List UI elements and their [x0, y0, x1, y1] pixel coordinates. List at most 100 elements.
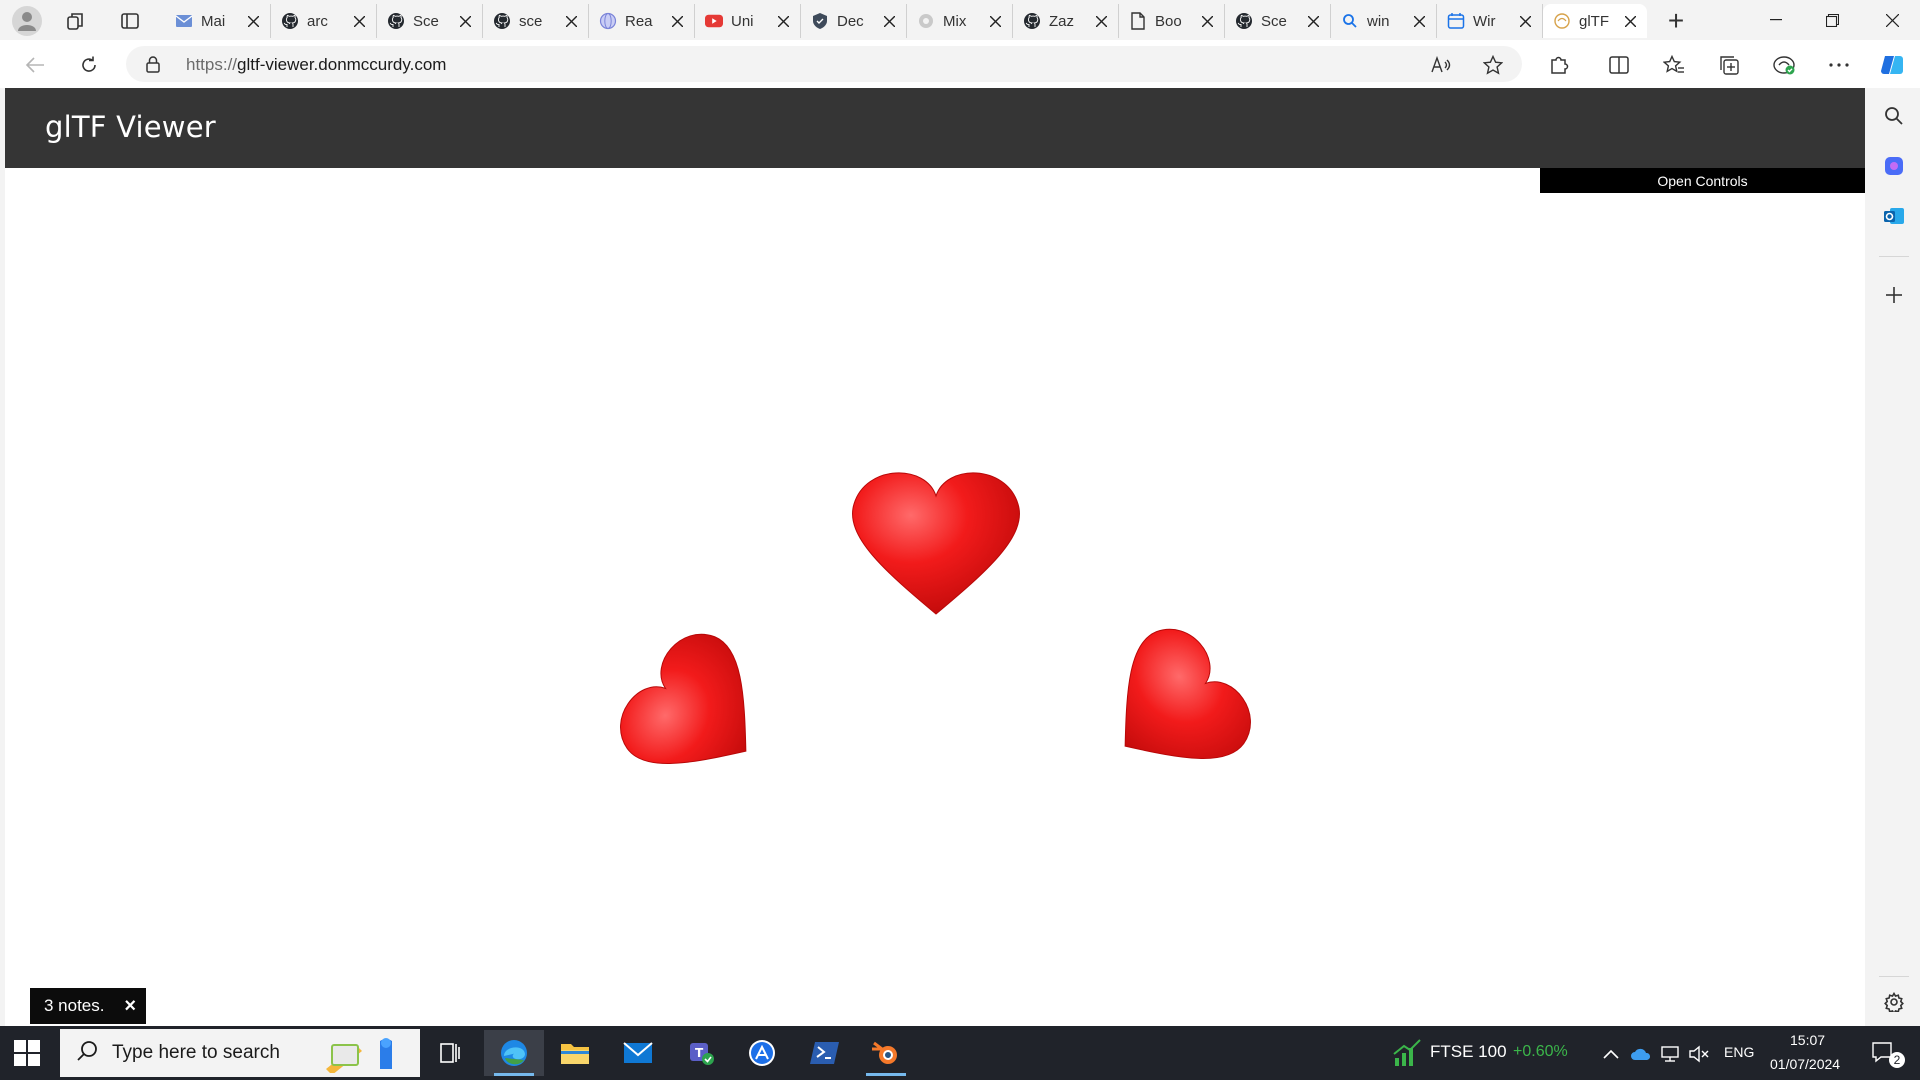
sidebar-divider	[1879, 256, 1909, 257]
tab-actions-icon[interactable]	[116, 7, 144, 35]
restore-button[interactable]	[1804, 0, 1860, 40]
tab-title: Wir	[1473, 12, 1496, 30]
tab-close-icon[interactable]	[1621, 12, 1639, 30]
tab-close-icon[interactable]	[1198, 12, 1216, 30]
back-icon[interactable]	[20, 50, 50, 80]
tab-close-icon[interactable]	[1516, 12, 1534, 30]
tab[interactable]: Mix	[907, 4, 1013, 38]
ticker-change[interactable]: +0.60%	[1513, 1043, 1568, 1061]
tab-title: Dec	[837, 12, 864, 30]
new-tab-button[interactable]: +	[1661, 5, 1691, 36]
tab-close-icon[interactable]	[1304, 12, 1322, 30]
3d-scene-canvas[interactable]	[5, 168, 1865, 1026]
split-screen-icon[interactable]	[1606, 52, 1632, 78]
tab-title: Uni	[731, 12, 754, 30]
taskbar-search-box[interactable]: Type here to search	[60, 1029, 420, 1077]
tab[interactable]: win	[1331, 4, 1437, 38]
sidebar-divider	[1879, 976, 1909, 977]
extensions-icon[interactable]	[1546, 52, 1572, 78]
mail-icon[interactable]	[608, 1030, 668, 1076]
clock-time[interactable]: 15:07	[1790, 1032, 1825, 1048]
tab-close-icon[interactable]	[774, 12, 792, 30]
tab-close-icon[interactable]	[456, 12, 474, 30]
profile-avatar[interactable]	[12, 6, 42, 36]
tab-close-icon[interactable]	[244, 12, 262, 30]
sidebar-settings-icon[interactable]	[1880, 988, 1908, 1016]
gear-icon	[917, 12, 935, 30]
sidebar-copilot-icon[interactable]	[1880, 152, 1908, 180]
tab-close-icon[interactable]	[1410, 12, 1428, 30]
blender-icon[interactable]	[856, 1030, 916, 1076]
tab[interactable]: sce	[483, 4, 589, 38]
favorites-icon[interactable]	[1661, 52, 1687, 78]
more-options-icon[interactable]	[1826, 52, 1852, 78]
tab-close-icon[interactable]	[562, 12, 580, 30]
tab[interactable]: Mai	[165, 4, 271, 38]
sidebar-search-icon[interactable]	[1880, 102, 1908, 130]
app-store-icon[interactable]	[732, 1030, 792, 1076]
search-icon	[76, 1040, 98, 1067]
tab[interactable]: Zaz	[1013, 4, 1119, 38]
calendar-icon	[1447, 12, 1465, 30]
tab-title: Sce	[413, 12, 439, 30]
language-indicator[interactable]: ENG	[1724, 1044, 1754, 1060]
mail-icon	[175, 12, 193, 30]
copilot-icon[interactable]	[1879, 52, 1905, 78]
address-bar[interactable]: https://gltf-viewer.donmccurdy.com	[126, 46, 1522, 82]
collections-icon[interactable]	[1716, 52, 1742, 78]
tab[interactable]: Boo	[1119, 4, 1225, 38]
tab-title: Mix	[943, 12, 967, 30]
favorite-star-icon[interactable]	[1482, 54, 1504, 76]
clock-date[interactable]: 01/07/2024	[1770, 1056, 1840, 1072]
task-view-icon[interactable]	[420, 1030, 480, 1076]
tab[interactable]: Sce	[377, 4, 483, 38]
tab-title: glTF	[1579, 12, 1609, 30]
browser-toolbar: https://gltf-viewer.donmccurdy.com	[0, 40, 1920, 88]
github-icon	[387, 12, 405, 30]
tab-close-icon[interactable]	[350, 12, 368, 30]
toast-close-icon[interactable]: ×	[124, 995, 136, 1018]
tab-close-icon[interactable]	[880, 12, 898, 30]
powershell-icon[interactable]	[795, 1030, 855, 1076]
open-controls-button[interactable]: Open Controls	[1540, 168, 1865, 193]
windows-taskbar: Type here to search T FTSE 100 +0.60% EN…	[0, 1026, 1920, 1080]
network-icon[interactable]	[1659, 1043, 1681, 1065]
tab-close-icon[interactable]	[1092, 12, 1110, 30]
lock-icon[interactable]	[146, 56, 160, 78]
notification-badge: 2	[1889, 1052, 1905, 1068]
onedrive-icon[interactable]	[1630, 1043, 1652, 1065]
close-window-button[interactable]	[1864, 0, 1920, 40]
tab-title: win	[1367, 12, 1390, 30]
taskbar-edge-app[interactable]	[484, 1030, 544, 1076]
search-highlight-icon	[322, 1035, 412, 1078]
tab[interactable]: Rea	[589, 4, 695, 38]
tab[interactable]: Wir	[1437, 4, 1543, 38]
tab-close-icon[interactable]	[986, 12, 1004, 30]
stock-chart-icon[interactable]	[1392, 1038, 1422, 1073]
tab-active[interactable]: glTF	[1543, 4, 1647, 38]
read-aloud-icon[interactable]	[1430, 54, 1452, 76]
refresh-icon[interactable]	[74, 50, 104, 80]
volume-muted-icon[interactable]	[1688, 1043, 1710, 1065]
file-explorer-icon[interactable]	[545, 1030, 605, 1076]
tab-title: Boo	[1155, 12, 1182, 30]
tab-close-icon[interactable]	[668, 12, 686, 30]
page-viewport: glTF Viewer Open Controls 3 notes. ×	[5, 88, 1865, 1026]
windows-start-icon[interactable]	[14, 1040, 40, 1071]
chevron-up-icon[interactable]	[1600, 1043, 1622, 1065]
outlook-icon[interactable]	[1880, 202, 1908, 230]
teams-icon[interactable]: T	[671, 1030, 731, 1076]
workspaces-icon[interactable]	[62, 7, 90, 35]
minimize-button[interactable]	[1748, 0, 1804, 40]
tab[interactable]: Uni	[695, 4, 801, 38]
ticker-name[interactable]: FTSE 100	[1430, 1042, 1507, 1062]
globe-icon	[599, 12, 617, 30]
search-icon	[1341, 12, 1359, 30]
search-placeholder: Type here to search	[112, 1042, 280, 1063]
tab[interactable]: Dec	[801, 4, 907, 38]
sidebar-add-icon[interactable]	[1880, 281, 1908, 309]
tab[interactable]: Sce	[1225, 4, 1331, 38]
tab-title: sce	[519, 12, 543, 30]
browser-essentials-icon[interactable]	[1771, 52, 1797, 78]
tab[interactable]: arc	[271, 4, 377, 38]
